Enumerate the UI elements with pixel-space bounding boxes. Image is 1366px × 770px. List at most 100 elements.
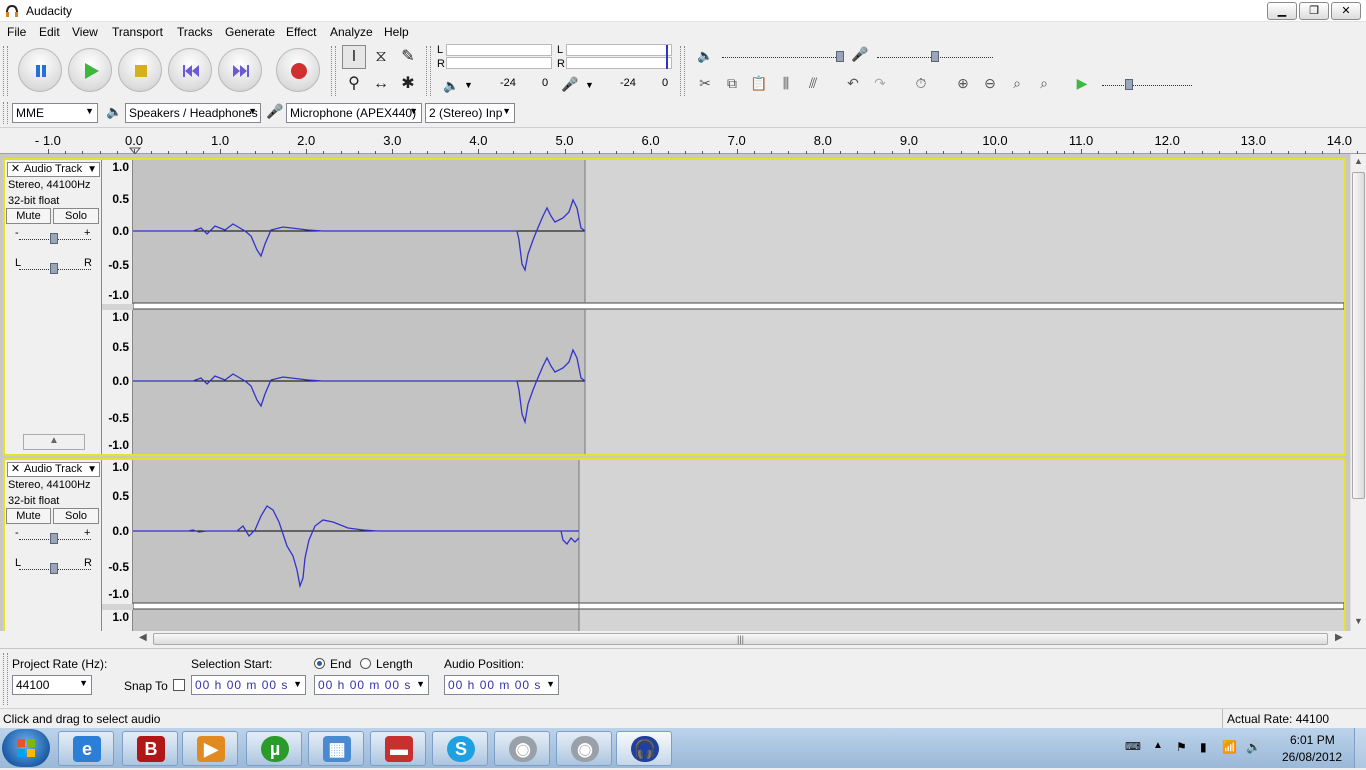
menu-edit[interactable]: Edit (39, 25, 60, 39)
horizontal-scrollbar[interactable]: ◀ ||| ▶ (133, 631, 1346, 648)
selection-end-field[interactable]: 00 h 00 m 00 s ▼ (314, 675, 429, 695)
menu-effect[interactable]: Effect (286, 25, 316, 39)
fit-selection-icon[interactable]: ⌕ (1004, 72, 1030, 96)
undo-icon[interactable]: ↶ (840, 72, 866, 96)
menu-tracks[interactable]: Tracks (177, 25, 213, 39)
taskbar-app-b[interactable]: B (122, 731, 178, 766)
menu-analyze[interactable]: Analyze (330, 25, 373, 39)
input-channels-select[interactable]: 2 (Stereo) Inp ▼ (425, 103, 515, 123)
pan-slider-thumb[interactable] (50, 563, 58, 574)
output-device-select[interactable]: Speakers / Headphones ▼ (125, 103, 261, 123)
trim-icon[interactable]: ⫼ (773, 72, 799, 96)
skip-to-end-button[interactable] (218, 48, 262, 92)
selection-end-dropdown-icon[interactable]: ▼ (416, 679, 426, 689)
close-track-icon[interactable]: ✕ (9, 463, 22, 476)
zoom-tool-icon[interactable]: ⚲ (342, 72, 366, 96)
toolbar-grip[interactable] (3, 46, 8, 96)
copy-icon[interactable]: ⧉ (719, 72, 745, 96)
scroll-down-icon[interactable]: ▼ (1354, 616, 1363, 626)
mute-button[interactable]: Mute (6, 208, 51, 224)
selection-tool-icon[interactable]: I (342, 45, 366, 69)
action-center-flag-icon[interactable]: ⚑ (1176, 740, 1190, 754)
zoom-out-icon[interactable]: ⊖ (977, 72, 1003, 96)
track-2-waveform[interactable] (133, 460, 1344, 631)
show-desktop-button[interactable] (1354, 728, 1366, 768)
clock-date[interactable]: 26/08/2012 (1282, 750, 1342, 764)
end-radio[interactable] (314, 658, 325, 669)
audio-position-dropdown-icon[interactable]: ▼ (546, 679, 556, 689)
taskbar-media-player[interactable]: ▶ (182, 731, 238, 766)
timeshift-tool-icon[interactable]: ↔ (369, 72, 393, 96)
solo-button[interactable]: Solo (53, 208, 99, 224)
cut-icon[interactable]: ✂ (692, 72, 718, 96)
pause-button[interactable] (18, 48, 62, 92)
maximize-button[interactable]: ❐ (1299, 2, 1329, 20)
selection-start-field[interactable]: 00 h 00 m 00 s ▼ (191, 675, 306, 695)
audio-position-field[interactable]: 00 h 00 m 00 s ▼ (444, 675, 559, 695)
timeline-ruler[interactable]: - 1.0 0.0 1.0 2.0 3.0 4.0 5.0 6.0 7.0 8.0 9.0 10.0 1… (0, 127, 1366, 154)
volume-tray-icon[interactable]: 🔊 (1246, 740, 1261, 754)
play-meter-dropdown[interactable]: ▼ (464, 80, 473, 90)
vertical-scale-right-channel[interactable]: 1.0 0.5 0.0 -0.5 -1.0 (102, 310, 133, 454)
network-signal-icon[interactable]: 📶 (1222, 740, 1237, 754)
taskbar-control-panel[interactable]: ▦ (308, 731, 364, 766)
mixer-grip[interactable] (680, 46, 685, 96)
paste-icon[interactable]: 📋 (746, 72, 772, 96)
vertical-scale-left-channel[interactable]: 1.0 0.5 0.0 -0.5 -1.0 (102, 160, 133, 304)
draw-tool-icon[interactable]: ✎ (396, 45, 420, 69)
track-1-waveform[interactable] (133, 160, 1344, 454)
zoom-in-icon[interactable]: ⊕ (950, 72, 976, 96)
play-speed-slider[interactable] (1102, 85, 1192, 86)
taskbar-audacity[interactable]: 🎧 (616, 731, 672, 766)
close-track-icon[interactable]: ✕ (9, 163, 22, 176)
vertical-scale-right-channel[interactable]: 1.0 (102, 610, 133, 631)
scroll-up-icon[interactable]: ▲ (1354, 156, 1363, 166)
mute-button[interactable]: Mute (6, 508, 51, 524)
play-at-speed-icon[interactable]: ▶ (1069, 72, 1095, 96)
scroll-left-icon[interactable]: ◀ (139, 632, 147, 643)
output-volume-slider[interactable] (722, 57, 844, 58)
pan-slider-thumb[interactable] (50, 263, 58, 274)
show-hidden-icons-icon[interactable]: ▲ (1153, 740, 1167, 754)
menu-file[interactable]: File (7, 25, 26, 39)
fit-project-icon[interactable]: ⌕ (1031, 72, 1057, 96)
horizontal-scroll-thumb[interactable]: ||| (153, 633, 1328, 645)
taskbar-skype[interactable]: S (432, 731, 488, 766)
snap-to-checkbox[interactable] (173, 679, 185, 691)
vertical-scroll-thumb[interactable] (1352, 172, 1365, 499)
length-radio[interactable] (360, 658, 371, 669)
output-volume-thumb[interactable] (836, 51, 844, 62)
redo-icon[interactable]: ↷ (867, 72, 893, 96)
audio-track-2[interactable]: ✕ Audio Track ▼ Stereo, 44100Hz 32-bit f… (3, 458, 1346, 631)
vertical-scrollbar[interactable]: ▲ ▼ (1350, 154, 1366, 631)
minimize-button[interactable]: ▁ (1267, 2, 1297, 20)
input-volume-thumb[interactable] (931, 51, 939, 62)
play-button[interactable] (68, 48, 112, 92)
close-window-button[interactable]: ✕ (1331, 2, 1361, 20)
menu-transport[interactable]: Transport (112, 25, 163, 39)
play-speed-thumb[interactable] (1125, 79, 1133, 90)
audio-host-select[interactable]: MME ▼ (12, 103, 98, 123)
track-menu-dropdown-icon[interactable]: ▼ (87, 463, 97, 476)
record-button[interactable] (276, 48, 320, 92)
taskbar-utorrent[interactable]: µ (246, 731, 302, 766)
skip-to-start-button[interactable] (168, 48, 212, 92)
solo-button[interactable]: Solo (53, 508, 99, 524)
sync-lock-icon[interactable]: ⏱ (908, 72, 934, 96)
track-menu-dropdown-icon[interactable]: ▼ (87, 163, 97, 176)
audio-track-1[interactable]: ✕ Audio Track ▼ Stereo, 44100Hz 32-bit f… (3, 158, 1346, 456)
collapse-track-icon[interactable]: ▲ (23, 434, 85, 450)
track-name-button[interactable]: ✕ Audio Track ▼ (7, 162, 100, 177)
menu-help[interactable]: Help (384, 25, 409, 39)
project-rate-select[interactable]: 44100 ▼ (12, 675, 92, 695)
stop-button[interactable] (118, 48, 162, 92)
gain-slider-thumb[interactable] (50, 233, 58, 244)
clock-time[interactable]: 6:01 PM (1290, 733, 1335, 747)
input-device-select[interactable]: Microphone (APEX440) ▼ (286, 103, 422, 123)
taskbar-speaker-app-2[interactable]: ◉ (556, 731, 612, 766)
tracks-area[interactable]: ✕ Audio Track ▼ Stereo, 44100Hz 32-bit f… (0, 154, 1350, 631)
keyboard-tray-icon[interactable]: ⌨ (1125, 740, 1141, 754)
envelope-tool-icon[interactable]: ⧖ (369, 45, 393, 69)
gain-slider-thumb[interactable] (50, 533, 58, 544)
device-grip[interactable] (3, 102, 8, 124)
